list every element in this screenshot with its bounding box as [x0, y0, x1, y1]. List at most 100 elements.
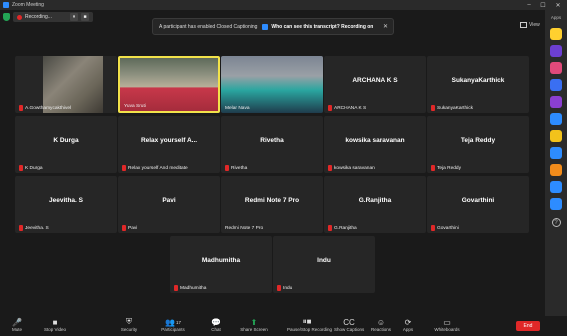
participant-name: Melar Nava — [225, 106, 250, 111]
toolbar-reactions-button[interactable]: ☺ Reactions — [367, 317, 395, 333]
participant-tile[interactable]: Melar Nava — [221, 56, 323, 113]
participant-name: K Durga — [25, 165, 43, 171]
recording-status: Recording... ⏸ ■ — [13, 12, 93, 22]
participant-name: Redmi Note 7 Pro — [225, 226, 264, 231]
participant-tile[interactable]: G.Ranjitha G.Ranjitha — [324, 176, 426, 233]
mic-muted-icon — [328, 165, 332, 171]
toolbar-button-label: Pause/Stop Recording — [287, 327, 333, 332]
calendar-app-icon[interactable] — [550, 79, 562, 91]
toolbar-participants-button[interactable]: 👥 17 Participants — [158, 317, 188, 333]
slides-app-icon[interactable] — [550, 164, 562, 176]
participant-tile[interactable]: Jeevitha. S Jeevitha. S — [15, 176, 117, 233]
toolbar-button-label: Security — [120, 327, 138, 332]
maximize-button[interactable]: ☐ — [536, 0, 550, 10]
participant-tile[interactable]: Rivetha Rivetha — [221, 116, 323, 173]
participant-tile[interactable]: Relax yourself A... Relax yourself And me… — [118, 116, 220, 173]
docs-app-icon[interactable] — [550, 147, 562, 159]
game-app-icon[interactable] — [550, 62, 562, 74]
toolbar-share-screen-button[interactable]: ⬆ Share Screen — [240, 317, 268, 333]
banner-link[interactable]: Who can see this transcript? Recording o… — [271, 24, 373, 30]
close-window-button[interactable]: ✕ — [551, 0, 565, 10]
participant-tile[interactable]: ARCHANA K S ARCHANA K S — [324, 56, 426, 113]
participant-name: Yuva Sruti — [124, 104, 146, 109]
toolbar-show-captions-button[interactable]: CC Show Captions — [334, 317, 364, 333]
mute-icon: 🎤 — [12, 317, 22, 327]
apps-list — [550, 28, 562, 215]
end-meeting-button[interactable]: End — [516, 321, 540, 331]
show-captions-icon: CC — [343, 317, 355, 327]
participant-tile[interactable]: Redmi Note 7 Pro Redmi Note 7 Pro — [221, 176, 323, 233]
participant-name-label: Madhumitha — [174, 285, 206, 291]
participant-name: Pavi — [128, 225, 138, 231]
participant-tile[interactable]: Govarthini Govarthini — [427, 176, 529, 233]
mic-muted-icon — [19, 105, 23, 111]
cloud-app-icon[interactable] — [550, 198, 562, 210]
participant-tile[interactable]: K Durga K Durga — [15, 116, 117, 173]
reactions-icon: ☺ — [376, 317, 386, 327]
webex-app-icon[interactable] — [550, 45, 562, 57]
participant-display-name: K Durga — [53, 137, 79, 144]
participant-name-label: Rivetha — [225, 165, 247, 171]
participant-name: Madhumitha — [180, 285, 207, 291]
toolbar-chat-button[interactable]: 💬 Chat — [206, 317, 226, 333]
security-icon: ⛨ — [126, 317, 132, 326]
participant-tile[interactable]: Yuva Sruti — [118, 56, 220, 113]
participant-tile[interactable]: Indu Indu — [273, 236, 375, 293]
toolbar-whiteboards-button[interactable]: ▭ Whiteboards — [432, 317, 462, 333]
toolbar-stop-video-button[interactable]: ■ Stop Video — [40, 317, 70, 333]
participant-tile[interactable]: Pavi Pavi — [118, 176, 220, 233]
toolbar-button-label: Participants — [161, 327, 185, 332]
pause-recording-button[interactable]: ⏸ — [69, 13, 78, 21]
mic-muted-icon — [328, 225, 332, 231]
participant-display-name: Teja Reddy — [460, 137, 496, 144]
participant-display-name: SukanyaKarthick — [451, 77, 505, 84]
banner-text: A participant has enabled Closed Caption… — [159, 23, 258, 30]
participant-name-label: K Durga — [19, 165, 43, 171]
participant-name-label: Indu — [277, 285, 292, 291]
banner-close-button[interactable]: ✕ — [383, 23, 388, 30]
participant-display-name: Jeevitha. S — [49, 197, 83, 204]
toolbar-button-label: Mute — [11, 327, 22, 332]
participant-name-label: A.Gowthamycakthivel — [19, 105, 71, 111]
participant-name: Teja Reddy — [437, 165, 461, 171]
toolbar-mute-button[interactable]: 🎤 Mute — [6, 317, 28, 333]
participant-tile[interactable]: kowsika saravanan kowsika saravanan — [324, 116, 426, 173]
mic-muted-icon — [431, 165, 435, 171]
mic-muted-icon — [122, 165, 126, 171]
stop-recording-button[interactable]: ■ — [80, 13, 89, 21]
toolbar-security-button[interactable]: ⛨ Security — [118, 317, 140, 332]
participant-display-name: ARCHANA K S — [352, 77, 398, 84]
participant-tile[interactable]: Madhumitha Madhumitha — [170, 236, 272, 293]
view-button[interactable]: View — [520, 22, 540, 28]
mic-muted-icon — [277, 285, 281, 291]
notes-app-icon[interactable] — [550, 96, 562, 108]
participant-tile[interactable]: SukanyaKarthick SukanyaKarthick — [427, 56, 529, 113]
toolbar-apps-button[interactable]: ⟳ Apps — [397, 317, 419, 333]
participant-name: Jeevitha. S — [25, 225, 49, 231]
toolbar-button-label: Share Screen — [240, 327, 268, 332]
toolbar-button-label: Apps — [402, 327, 414, 332]
info-icon — [262, 23, 269, 30]
participant-tile[interactable]: A.Gowthamycakthivel — [15, 56, 117, 113]
toolbar-pause-stop-recording-button[interactable]: ⏸■ Pause/Stop Recording — [287, 317, 333, 332]
miro-app-icon[interactable] — [550, 28, 562, 40]
help-icon[interactable]: ? — [551, 218, 561, 227]
participant-display-name: Rivetha — [260, 137, 284, 144]
smile-app-icon[interactable] — [550, 130, 562, 142]
sync-app-icon[interactable] — [550, 181, 562, 193]
encryption-shield-icon[interactable] — [3, 13, 10, 21]
participant-name-label: kowsika saravanan — [328, 165, 375, 171]
mic-muted-icon — [122, 225, 126, 231]
sheets-app-icon[interactable] — [550, 113, 562, 125]
participant-name-label: G.Ranjitha — [328, 225, 357, 231]
participant-name-label: Melar Nava — [225, 106, 250, 111]
minimize-button[interactable]: – — [522, 0, 536, 10]
participant-name-label: Teja Reddy — [431, 165, 461, 171]
grid-view-icon — [520, 22, 527, 28]
participant-name-label: SukanyaKarthick — [431, 105, 473, 111]
participant-count: 17 — [175, 319, 181, 325]
participant-name: Relax yourself And meditate — [128, 165, 188, 171]
mic-muted-icon — [174, 285, 178, 291]
meeting-toolbar: 🎤 Mute ■ Stop Video ⛨ Security 👥 17 Participants… — [0, 316, 567, 336]
participant-tile[interactable]: Teja Reddy Teja Reddy — [427, 116, 529, 173]
